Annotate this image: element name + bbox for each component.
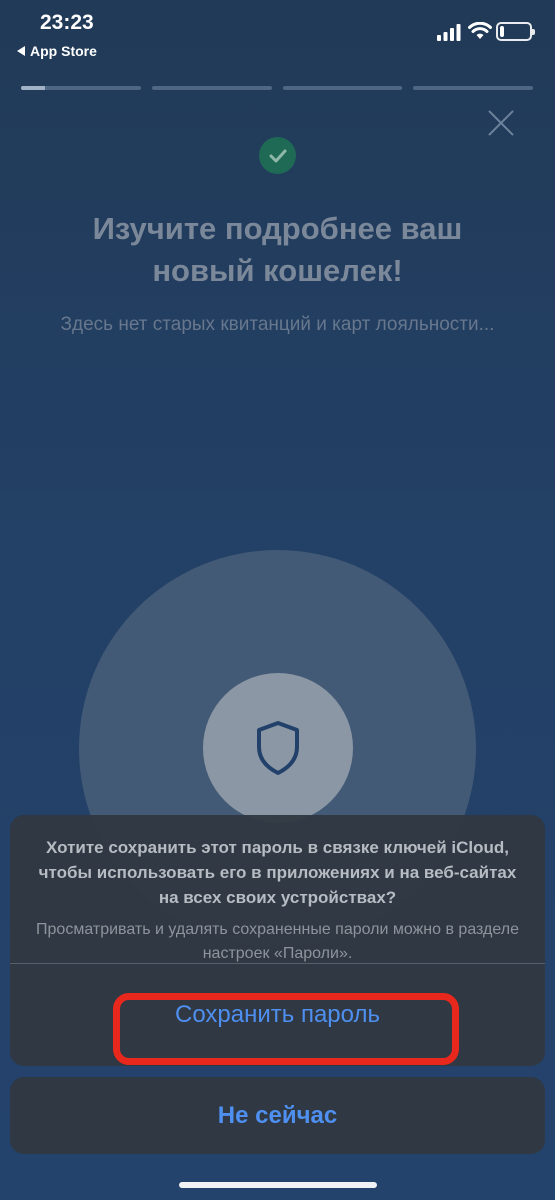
home-indicator[interactable]: [179, 1182, 377, 1188]
progress-segment-fill: [21, 86, 45, 90]
battery-icon: [496, 22, 535, 41]
wifi-icon: [468, 22, 492, 39]
progress-segment: [21, 86, 141, 90]
sheet-note: Просматривать и удалять сохраненные паро…: [36, 921, 519, 962]
shield-icon: [257, 721, 299, 775]
back-to-app-store-link[interactable]: App Store: [17, 43, 97, 59]
close-icon[interactable]: [486, 108, 516, 138]
progress-segment: [151, 86, 272, 90]
status-time: 23:23: [40, 11, 94, 34]
back-arrow-icon: [17, 46, 25, 56]
cellular-signal-icon: [437, 24, 461, 41]
progress-segment: [282, 86, 403, 90]
onboarding-subtitle: Здесь нет старых квитанций и карт лояльн…: [60, 314, 495, 335]
sheet-message: Хотите сохранить этот пароль в связке кл…: [38, 838, 517, 907]
sheet-message-block: Хотите сохранить этот пароль в связке кл…: [10, 815, 545, 966]
story-progress: [21, 86, 533, 90]
back-app-label: App Store: [30, 43, 97, 59]
onboarding-title: Изучите подробнее ваш новый кошелек!: [92, 211, 463, 288]
highlight-annotation: [113, 993, 459, 1065]
progress-segment: [413, 86, 533, 90]
battery-level: [500, 26, 504, 37]
illustration-inner-circle: [203, 673, 353, 823]
not-now-button[interactable]: Не сейчас: [10, 1077, 545, 1154]
check-badge: [259, 137, 296, 174]
checkmark-icon: [269, 149, 286, 162]
